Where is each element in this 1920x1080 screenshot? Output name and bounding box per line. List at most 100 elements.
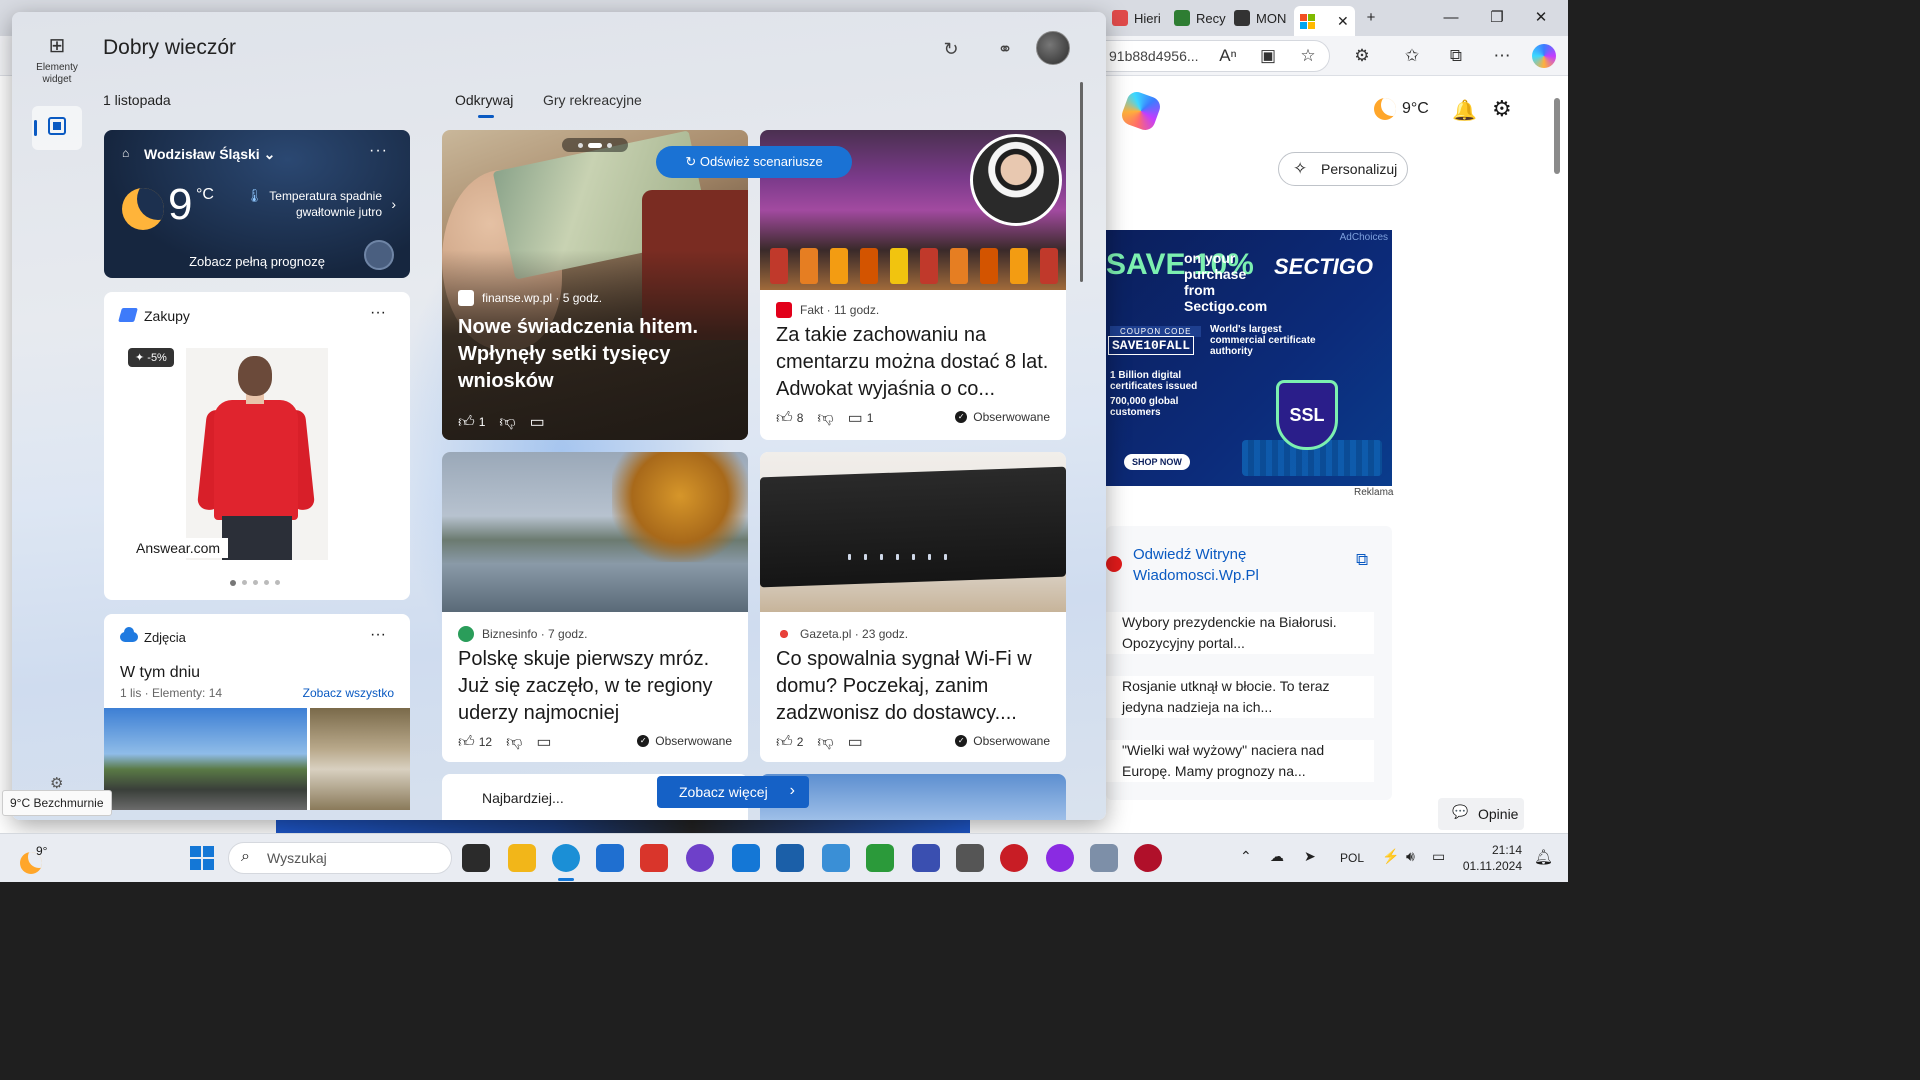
copilot-icon[interactable] <box>1119 89 1163 133</box>
carousel-dot[interactable] <box>264 580 269 585</box>
battery-icon[interactable]: ▭ <box>1432 848 1445 865</box>
carousel-dot[interactable] <box>275 580 280 585</box>
more-options-icon[interactable]: ··· <box>370 304 386 322</box>
clock[interactable]: 21:14 01.11.2024 <box>1462 842 1522 874</box>
browser-tab[interactable]: Recy <box>1174 6 1226 30</box>
copilot-icon[interactable] <box>1532 44 1556 68</box>
page-scrollbar[interactable] <box>1550 80 1564 830</box>
more-options-icon[interactable]: ··· <box>369 142 388 160</box>
dashlane-app-icon[interactable] <box>1134 844 1162 872</box>
carousel-dot[interactable] <box>230 580 236 586</box>
like-button[interactable]: 👍︎ 12 <box>458 733 492 752</box>
browser-tab[interactable]: MON <box>1234 6 1286 30</box>
dislike-button[interactable]: 👎︎ <box>817 409 833 428</box>
carousel-dots[interactable] <box>562 138 628 152</box>
news-headline[interactable]: Nowe świadczenia hitem. Wpłynęły setki t… <box>458 314 734 395</box>
carousel-dots[interactable] <box>230 580 280 586</box>
more-options-icon[interactable]: ··· <box>370 626 386 644</box>
comment-button[interactable]: ▭ <box>536 732 551 752</box>
wp-card-title[interactable]: Odwiedź Witrynę Wiadomosci.Wp.Pl <box>1133 544 1323 586</box>
carousel-dot[interactable] <box>242 580 247 585</box>
product-image[interactable] <box>186 348 328 560</box>
like-button[interactable]: 👍︎ 8 <box>776 409 803 428</box>
news-headline[interactable]: Co spowalnia sygnał Wi-Fi w domu? Poczek… <box>776 646 1052 727</box>
close-window-button[interactable]: ✕ <box>1526 6 1556 30</box>
personalize-button[interactable]: ✧ Personalizuj <box>1278 152 1408 186</box>
virtualbox-icon[interactable] <box>776 844 804 872</box>
weather-alert[interactable]: Temperatura spadnie gwałtownie jutro <box>244 188 382 220</box>
comment-button[interactable]: ▭ <box>530 412 545 432</box>
carousel-dot[interactable] <box>578 142 583 148</box>
avatar[interactable] <box>1036 31 1070 65</box>
more-menu-icon[interactable]: ⋯ <box>1490 44 1514 68</box>
weather-map-icon[interactable] <box>364 240 394 270</box>
store-icon[interactable] <box>596 844 624 872</box>
news-headline[interactable]: Za takie zachowaniu na cmentarzu można d… <box>776 322 1052 403</box>
settings-gear-icon[interactable]: ⚙ <box>1492 96 1512 122</box>
tab-casual-games[interactable]: Gry rekreacyjne <box>543 92 642 108</box>
browser-tab[interactable]: Hieri <box>1112 6 1161 30</box>
widgets-button[interactable]: ⊞ Elementy widget <box>24 34 90 86</box>
dislike-button[interactable]: 👎︎ <box>499 413 515 432</box>
collections-icon[interactable]: ⧉ <box>1444 44 1468 68</box>
comment-button[interactable]: ▭ <box>848 732 863 752</box>
weather-location[interactable]: Wodzisław Śląski ⌄ <box>144 146 275 163</box>
see-all-link[interactable]: Zobacz wszystko <box>303 686 394 700</box>
wp-news-item[interactable]: "Wielki wał wyżowy" naciera nad Europę. … <box>1106 740 1374 782</box>
usb-app-icon[interactable] <box>956 844 984 872</box>
dislike-button[interactable]: 👎︎ <box>506 733 522 752</box>
panel-scrollbar[interactable] <box>1080 82 1083 282</box>
carousel-dot[interactable] <box>607 142 612 148</box>
connections-icon[interactable]: ⚭ <box>992 36 1018 62</box>
sectigo-ad[interactable]: AdChoices SAVE 10% on your purchase from… <box>1106 230 1392 486</box>
like-button[interactable]: 👍︎ 2 <box>776 733 803 752</box>
read-aloud-icon[interactable]: Aⁿ <box>1216 44 1240 68</box>
save-app-icon[interactable] <box>912 844 940 872</box>
like-button[interactable]: 👍︎ 1 <box>458 413 485 432</box>
extensions-icon[interactable]: ⚙ <box>1350 44 1374 68</box>
dislike-button[interactable]: 👎︎ <box>817 733 833 752</box>
refresh-stories-button[interactable]: ↻ Odśwież scenariusze <box>656 146 852 178</box>
globe-app-icon[interactable] <box>866 844 894 872</box>
page-weather[interactable]: 9°C <box>1374 98 1429 120</box>
github-icon[interactable] <box>686 844 714 872</box>
cloud-icon[interactable]: ☁ <box>1270 848 1284 865</box>
adchoices-label[interactable]: AdChoices <box>1340 232 1388 243</box>
news-feed-button[interactable] <box>32 106 82 150</box>
weather-widget[interactable]: ⌂ Wodzisław Śląski ⌄ ··· 9 °C 🌡 Temperat… <box>104 130 410 278</box>
comment-button[interactable]: ▭ 1 <box>848 408 874 428</box>
see-more-button[interactable]: Zobacz więcej › <box>657 776 809 808</box>
immersive-reader-icon[interactable]: ▣ <box>1256 44 1280 68</box>
favorite-star-icon[interactable]: ☆ <box>1296 44 1320 68</box>
network-icon[interactable]: ⚡ <box>1382 848 1399 865</box>
maximize-button[interactable]: ❐ <box>1482 6 1512 30</box>
browser-tab-active[interactable]: ✕ <box>1294 6 1355 36</box>
task-view-icon[interactable] <box>462 844 490 872</box>
location-icon[interactable]: ➤ <box>1304 848 1316 865</box>
following-badge[interactable]: ✓ Obserwowane <box>637 734 732 748</box>
scrollbar-thumb[interactable] <box>1554 98 1560 174</box>
scanner-app-icon[interactable] <box>1090 844 1118 872</box>
new-tab-icon[interactable]: + <box>1356 6 1386 30</box>
favorites-icon[interactable]: ✩ <box>1400 44 1424 68</box>
following-badge[interactable]: ✓ Obserwowane <box>955 410 1050 424</box>
purple-app-icon[interactable] <box>1046 844 1074 872</box>
azure-tool-icon[interactable] <box>732 844 760 872</box>
photo-thumbnail[interactable] <box>310 708 410 810</box>
bell-icon[interactable]: 🔔 <box>1452 98 1477 123</box>
taskbar-search[interactable]: ⌕ Wyszukaj <box>228 842 452 874</box>
notification-bell-icon[interactable]: 🔔︎ <box>1534 848 1553 866</box>
language-indicator[interactable]: POL <box>1340 851 1364 865</box>
carousel-dot[interactable] <box>588 142 602 148</box>
close-tab-icon[interactable]: ✕ <box>1337 13 1349 30</box>
chevron-right-icon[interactable]: › <box>391 196 396 212</box>
red-app-icon[interactable] <box>1000 844 1028 872</box>
news-card[interactable]: Gazeta.pl · 23 godz. Co spowalnia sygnał… <box>760 452 1066 762</box>
remote-desktop-icon[interactable] <box>822 844 850 872</box>
chevron-up-icon[interactable]: ⌃ <box>1240 848 1252 865</box>
photo-thumbnail[interactable] <box>104 708 307 810</box>
following-badge[interactable]: ✓ Obserwowane <box>955 734 1050 748</box>
wp-news-item[interactable]: Wybory prezydenckie na Białorusi. Opozyc… <box>1106 612 1374 654</box>
file-explorer-icon[interactable] <box>508 844 536 872</box>
shop-now-button[interactable]: SHOP NOW <box>1124 454 1190 470</box>
